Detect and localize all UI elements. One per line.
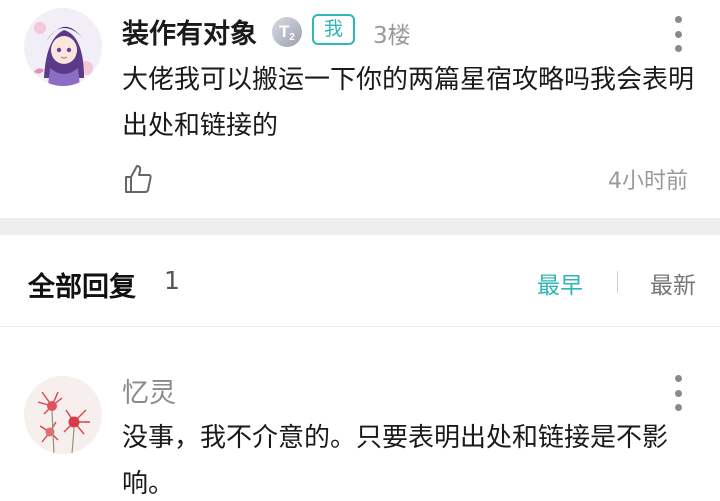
sort-divider [617, 271, 618, 293]
me-badge: 我 [312, 14, 355, 45]
post-time: 4小时前 [608, 169, 688, 194]
reply-card: 忆灵 没事，我不介意的。只要表明出处和链接是不影响。 [0, 327, 720, 501]
section-separator [0, 218, 720, 235]
level-badge-letter: T [279, 22, 290, 41]
level-badge-number: 2 [289, 32, 295, 43]
post-content: 大佬我可以搬运一下你的两篇星宿攻略吗我会表明出处和链接的 [122, 65, 695, 141]
more-vertical-icon[interactable] [671, 16, 685, 52]
replies-header: 全部回复 1 最早 最新 [0, 235, 720, 327]
anime-girl-avatar[interactable] [24, 8, 102, 86]
sort-earliest-button[interactable]: 最早 [537, 266, 583, 300]
more-vertical-icon[interactable] [671, 375, 685, 411]
reply-username[interactable]: 忆灵 [122, 371, 176, 410]
sort-latest-button[interactable]: 最新 [650, 266, 696, 300]
thumbs-up-icon[interactable] [122, 163, 154, 195]
replies-title: 全部回复 [28, 272, 136, 303]
replies-count: 1 [164, 266, 180, 295]
post-username[interactable]: 装作有对象 [122, 12, 257, 51]
red-flower-avatar[interactable] [24, 376, 102, 454]
post-card: 装作有对象 T2 我 3楼 大佬我可以搬运一下你的两篇星宿攻略吗我会表明出处和链… [0, 0, 720, 218]
level-badge: T2 [272, 17, 302, 47]
reply-content: 没事，我不介意的。只要表明出处和链接是不影响。 [122, 423, 669, 499]
floor-number: 3楼 [373, 23, 411, 49]
